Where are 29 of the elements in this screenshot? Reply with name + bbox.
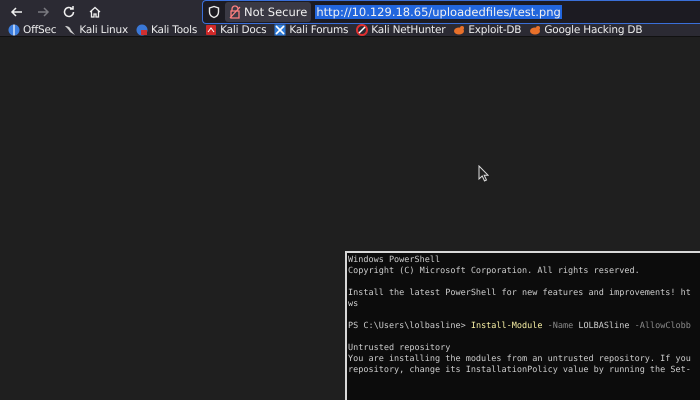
terminal-line: repository, change its InstallationPolicy value by running the Set- (348, 365, 692, 376)
address-bar[interactable]: Not Secure http://10.129.18.65/uploadedfiles/test.png (202, 0, 700, 24)
terminal-line: You are installing the modules from an untrusted repository. If you (348, 354, 692, 365)
disc-icon (8, 24, 20, 36)
ring-icon (356, 24, 368, 36)
home-icon (88, 5, 102, 19)
cross-icon (274, 24, 286, 36)
bookmark-link[interactable]: Google Hacking DB (529, 24, 642, 36)
back-arrow-icon (10, 5, 24, 19)
terminal-line: ws (348, 299, 360, 310)
url-text[interactable]: http://10.129.18.65/uploadedfiles/test.png (315, 5, 562, 19)
bookmark-link[interactable]: OffSec (8, 24, 56, 36)
bookmark-link[interactable]: Exploit-DB (453, 24, 522, 36)
bookmark-link[interactable]: Kali Docs (205, 24, 266, 36)
bookmark-link[interactable]: Kali NetHunter (356, 24, 446, 36)
terminal-line: Install the latest PowerShell for new features and improvements! ht (348, 288, 692, 299)
terminal-line: Copyright (C) Microsoft Corporation. All rights reserved. (348, 266, 641, 277)
bookmark-link[interactable]: Kali Linux (64, 24, 128, 36)
security-indicator[interactable]: Not Secure (225, 2, 312, 22)
broken-lock-icon (229, 5, 241, 19)
forward-arrow-icon (36, 5, 50, 19)
shield-icon[interactable] (207, 5, 221, 19)
bookmark-link[interactable]: Kali Forums (274, 24, 348, 36)
terminal-line: Windows PowerShell (348, 255, 442, 266)
terminal-line: PS C:\Users\lolbasline> Install-Module -Name LOLBASline -AllowClobb (348, 321, 692, 332)
bookmark-link[interactable]: Kali Tools (136, 24, 198, 36)
mouse-pointer-icon (478, 165, 489, 182)
reload-icon (62, 5, 76, 19)
terminal-line: Untrusted repository (348, 343, 452, 354)
